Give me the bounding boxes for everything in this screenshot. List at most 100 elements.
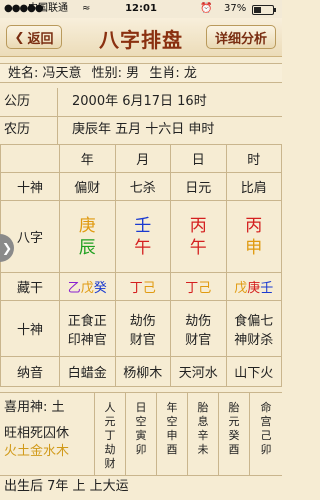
extra-char: 卯 [135,443,147,456]
corner-cell [0,144,60,173]
shishen-bottom-label: 十神 [0,300,60,357]
stem-month: 壬 [134,215,152,236]
nayin-cell: 山下火 [225,356,282,387]
gongli-label: 公历 [0,88,58,116]
nayin-cell: 天河水 [170,356,227,387]
bottom-info: 喜用神: 土 旺相死囚休 火土金水木 人 元 丁 劫 财 日 空 寅 卯 年 空… [0,392,282,476]
stem-day: 丙 [189,215,207,236]
extra-col-minggong: 命 宫 己 卯 [249,393,282,475]
extra-char: 日 [135,401,147,414]
canggan-label: 藏干 [0,272,60,301]
shishen-line: 神财杀 [234,332,274,348]
person-info: 姓名: 冯天意 性别: 男 生肖: 龙 [0,63,282,83]
canggan-cell: 丁己 [170,272,227,301]
header-year: 年 [59,144,116,173]
nayin-cell: 杨柳木 [114,356,171,387]
extra-char: 未 [197,443,209,456]
extra-char: 劫 [104,443,116,456]
shishen-line: 财官 [129,332,156,348]
extra-char: 寅 [135,429,147,442]
shishen-top-cell: 比肩 [225,172,282,201]
extra-char: 申 [166,429,178,442]
nongli-value: 庚辰年 五月 十六日 申时 [72,122,215,137]
gongli-row: 公历 2000年 6月17日 16时 [0,88,282,117]
stem-year: 庚 [78,215,96,236]
canggan-cell: 戊庚壬 [225,272,282,301]
status-bar: ●●●●● 中国联通 ≈ 12:01 ⏰ 37% [0,0,282,18]
shishen-line: 食偏七 [234,313,274,329]
pillar-day: 丙午 [170,200,227,273]
extra-char: 辛 [197,429,209,442]
extra-char: 命 [260,401,272,414]
extra-char: 卯 [260,443,272,456]
person-name: 姓名: 冯天意 [8,66,82,81]
shishen-top-label: 十神 [0,172,60,201]
canggan-char: 戊 [80,281,94,296]
shishen-top-cell: 偏财 [59,172,116,201]
branch-day: 午 [189,237,207,258]
nav-bar: ❮ 返回 八字排盘 详细分析 [0,18,282,57]
canggan-char: 己 [198,281,212,296]
shishen-bottom-cell: 劫伤 财官 [170,300,227,357]
extra-char: 胎 [197,401,209,414]
canggan-char: 癸 [93,281,107,296]
xiyong-label: 喜用神: 土 [4,400,65,415]
shishen-line: 劫伤 [185,313,212,329]
extra-columns: 人 元 丁 劫 财 日 空 寅 卯 年 空 申 酉 胎 息 辛 未 胎 元 癸 [94,393,282,475]
stem-hour: 丙 [245,215,263,236]
dayun-info: 出生后 7年 上 上大运 [4,479,129,494]
branch-month: 午 [134,237,152,258]
header-month: 月 [114,144,171,173]
extra-char: 酉 [166,443,178,456]
canggan-char: 庚 [247,281,261,296]
extra-char: 息 [197,415,209,428]
shishen-line: 正食正 [67,313,107,329]
extra-char: 人 [104,401,116,414]
extra-char: 年 [166,401,178,414]
detail-analysis-button[interactable]: 详细分析 [206,25,276,49]
person-gender: 性别: 男 [91,66,140,81]
shishen-top-cell: 七杀 [114,172,171,201]
extra-col-rikong: 日 空 寅 卯 [125,393,156,475]
extra-char: 癸 [228,429,240,442]
canggan-char: 壬 [260,281,274,296]
wangxiang-block: 旺相死囚休 火土金水木 [0,425,94,461]
nayin-cell: 白蜡金 [59,356,116,387]
shishen-top-cell: 日元 [170,172,227,201]
battery-fill [254,7,261,13]
extra-char: 财 [104,457,116,470]
canggan-char: 丁 [129,281,143,296]
extra-char: 胎 [228,401,240,414]
extra-char: 空 [135,415,147,428]
shishen-bottom-cell: 食偏七 神财杀 [225,300,282,357]
extra-char: 元 [228,415,240,428]
extra-col-taixi: 胎 息 辛 未 [187,393,218,475]
canggan-char: 乙 [67,281,81,296]
nongli-row: 农历 庚辰年 五月 十六日 申时 [0,116,282,145]
extra-col-niankong: 年 空 申 酉 [156,393,187,475]
wangxiang-line1: 旺相死囚休 [4,426,70,441]
pillar-year: 庚辰 [59,200,116,273]
shishen-bottom-cell: 正食正 印神官 [59,300,116,357]
header-hour: 时 [225,144,282,173]
extra-char: 酉 [228,443,240,456]
extra-col-renyuan: 人 元 丁 劫 财 [94,393,125,475]
canggan-char: 戊 [234,281,248,296]
canggan-char: 丁 [185,281,199,296]
extra-char: 元 [104,415,116,428]
header-day: 日 [170,144,227,173]
gongli-value: 2000年 6月17日 16时 [72,94,207,109]
branch-hour: 申 [245,237,263,258]
shishen-line: 劫伤 [129,313,156,329]
alarm-icon: ⏰ [200,3,213,14]
nongli-label: 农历 [0,116,58,144]
extra-char: 丁 [104,429,116,442]
shishen-line: 财官 [185,332,212,348]
canggan-char: 己 [142,281,156,296]
canggan-cell: 乙戊癸 [59,272,116,301]
person-zodiac: 生肖: 龙 [149,66,197,81]
battery-percent: 37% [224,3,247,14]
battery-icon [252,5,276,15]
pillar-month: 壬午 [114,200,171,273]
nayin-label: 纳音 [0,356,60,387]
